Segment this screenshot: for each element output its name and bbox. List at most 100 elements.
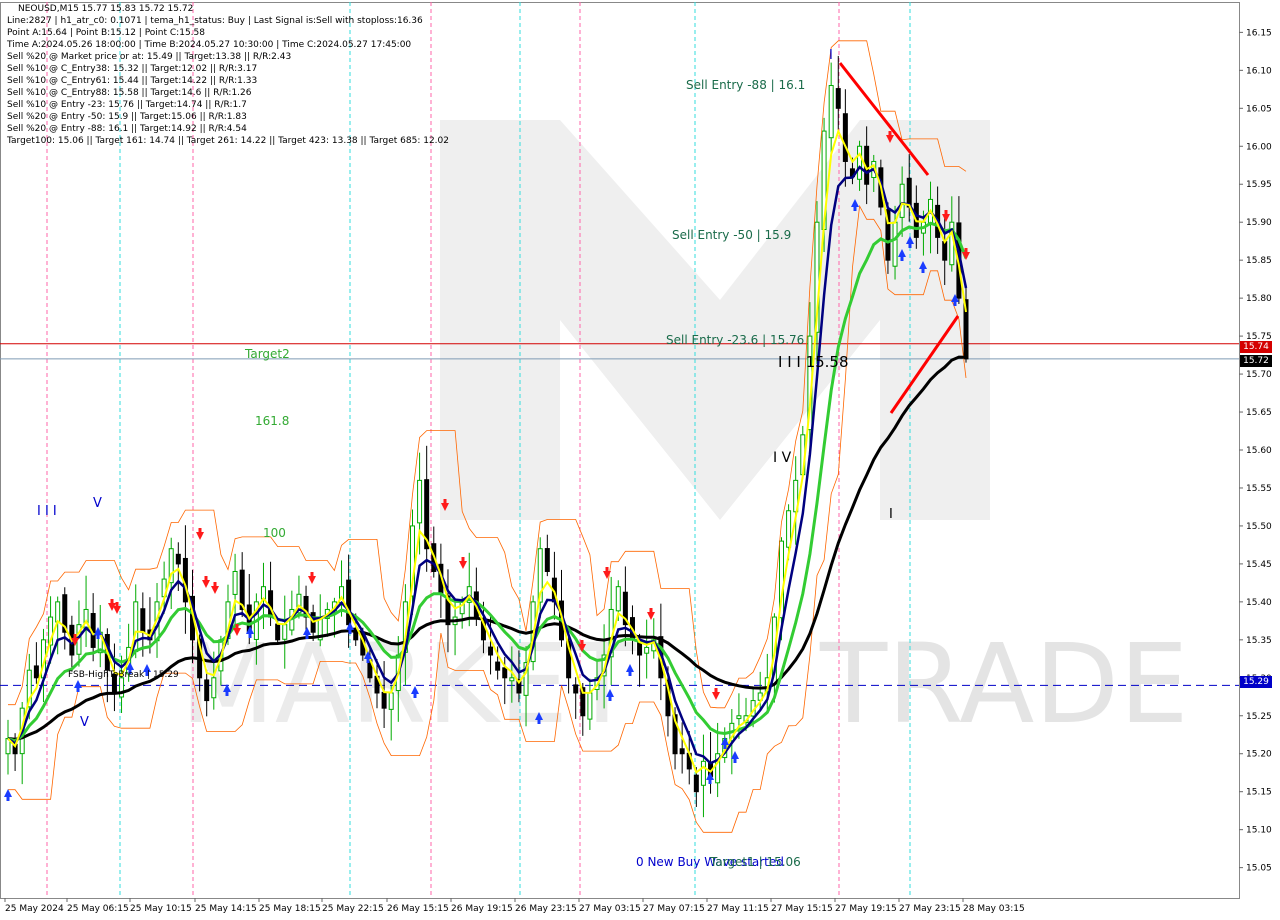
candle-body <box>906 177 912 208</box>
y-tick-label: 15.60 <box>1246 446 1272 456</box>
wave-i-top-label: I <box>829 48 833 63</box>
sell-entry-50-label: Sell Entry -50 | 15.9 <box>672 228 792 242</box>
red-line-price-label: 15.74 <box>1240 341 1272 353</box>
sell-entry-23-label: Sell Entry -23.6 | 15.76 <box>666 333 805 347</box>
sell-arrow-icon <box>196 528 204 540</box>
sell-entry-88-label: Sell Entry -88 | 16.1 <box>686 78 806 92</box>
info-line: Time A:2024.05.26 18:00:00 | Time B:2024… <box>7 40 412 50</box>
sell-arrow-icon <box>712 688 720 700</box>
y-tick-label: 16.05 <box>1246 104 1272 114</box>
candle-body <box>33 665 39 679</box>
candle-body <box>700 760 706 786</box>
candle-body <box>942 241 948 261</box>
y-tick-label: 16.10 <box>1246 66 1272 76</box>
y-tick-label: 15.35 <box>1246 636 1272 646</box>
y-tick-label: 15.90 <box>1246 218 1272 228</box>
info-line: Target100: 15.06 || Target 161: 14.74 ||… <box>7 136 449 146</box>
info-line: Point A:15.64 | Point B:15.12 | Point C:… <box>7 28 205 38</box>
y-tick-label: 15.10 <box>1246 826 1272 836</box>
wave-iii-label: I I I 15.58 <box>778 353 849 371</box>
y-tick-label: 15.25 <box>1246 712 1272 722</box>
candle-body <box>857 145 863 180</box>
x-tick-label: 27 May 15:15 <box>771 904 833 914</box>
buy-arrow-icon <box>74 680 82 692</box>
wave-iii-left-label: I I I <box>37 504 57 519</box>
info-line: Sell %10 @ C_Entry38: 15.32 || Target:12… <box>7 64 258 74</box>
candle-body <box>175 553 181 565</box>
candle-body <box>828 85 834 139</box>
x-tick-label: 27 May 19:15 <box>835 904 897 914</box>
candle-body <box>573 684 579 694</box>
x-tick-label: 25 May 10:15 <box>130 904 192 914</box>
candle-body <box>388 692 394 710</box>
info-line: Sell %20 @ Entry -88: 16.1 || Target:14.… <box>7 124 247 134</box>
sell-arrow-icon <box>202 576 210 588</box>
x-tick-label: 25 May 18:15 <box>259 904 321 914</box>
x-tick-label: 27 May 11:15 <box>707 904 769 914</box>
y-tick-label: 15.15 <box>1246 788 1272 798</box>
info-line: Sell %10 @ C_Entry61: 15.44 || Target:14… <box>7 76 258 86</box>
y-tick-label: 15.45 <box>1246 560 1272 570</box>
info-line: Sell %10 @ Entry -23: 15.76 || Target:14… <box>7 100 247 110</box>
candle-body <box>637 642 643 656</box>
x-tick-label: 25 May 06:15 <box>67 904 129 914</box>
y-tick-label: 15.95 <box>1246 180 1272 190</box>
x-tick-label: 25 May 2024 <box>5 904 64 914</box>
x-tick-label: 26 May 15:15 <box>387 904 449 914</box>
info-line: Sell %10 @ C_Entry88: 15.58 || Target:14… <box>7 88 252 98</box>
candle-body <box>204 679 210 702</box>
y-tick-label: 15.65 <box>1246 408 1272 418</box>
info-line: Sell %20 @ Market price or at: 15.49 || … <box>7 52 292 62</box>
wave-i-mid-label: I <box>889 507 893 522</box>
x-tick-label: 25 May 14:15 <box>195 904 257 914</box>
y-tick-label: 15.55 <box>1246 484 1272 494</box>
target1-label: Target1 | 15.06 <box>710 855 801 869</box>
y-tick-label: 15.05 <box>1246 864 1272 874</box>
candle-body <box>381 691 387 709</box>
sell-arrow-icon <box>459 557 467 569</box>
candle-body <box>693 774 699 793</box>
candle-body <box>644 646 650 654</box>
candle-body <box>509 677 515 682</box>
candle-body <box>615 586 621 612</box>
fsb-label: FSB-HighToBreak | 15.29 <box>68 670 179 680</box>
x-tick-label: 26 May 23:15 <box>515 904 577 914</box>
candle-body <box>488 646 494 656</box>
candle-body <box>55 601 61 623</box>
candle-body <box>679 748 685 755</box>
x-tick-label: 27 May 23:15 <box>899 904 961 914</box>
wave-v-left2-label: V <box>80 715 89 730</box>
fsb-price-label: 15.29 <box>1240 676 1272 688</box>
candle-body <box>587 692 593 720</box>
wave-iv-label: I V <box>773 450 792 466</box>
candle-body <box>899 183 905 218</box>
y-tick-label: 15.80 <box>1246 294 1272 304</box>
candle-body <box>140 608 146 633</box>
x-tick-label: 27 May 07:15 <box>643 904 705 914</box>
sell-arrow-icon <box>211 582 219 594</box>
y-tick-label: 15.40 <box>1246 598 1272 608</box>
candle-body <box>417 479 423 524</box>
candle-body <box>842 113 848 162</box>
candle-body <box>892 221 898 267</box>
wave-v-left-label: V <box>93 496 102 511</box>
fib-100-label: 100 <box>263 526 286 540</box>
x-tick-label: 26 May 19:15 <box>451 904 513 914</box>
candle-body <box>211 677 217 699</box>
candle-body <box>346 579 352 626</box>
x-tick-label: 27 May 03:15 <box>579 904 641 914</box>
current-price-label: 15.72 <box>1240 355 1272 367</box>
candle-body <box>835 88 841 109</box>
candle-body <box>275 623 281 641</box>
sell-arrow-icon <box>647 608 655 620</box>
x-tick-label: 25 May 22:15 <box>322 904 384 914</box>
candle-body <box>232 570 238 595</box>
x-tick-label: 28 May 03:15 <box>963 904 1025 914</box>
watermark-text: TRADE <box>819 620 1189 748</box>
window-title: NEOUSD,M15 15.77 15.83 15.72 15.72 <box>18 4 194 14</box>
info-line: Line:2827 | h1_atr_c0: 0.1071 | tema_h1_… <box>7 16 423 26</box>
candle-body <box>502 667 508 679</box>
y-tick-label: 15.70 <box>1246 370 1272 380</box>
candle-body <box>495 661 501 671</box>
info-line: Sell %20 @ Entry -50: 15.9 || Target:15.… <box>7 112 247 122</box>
